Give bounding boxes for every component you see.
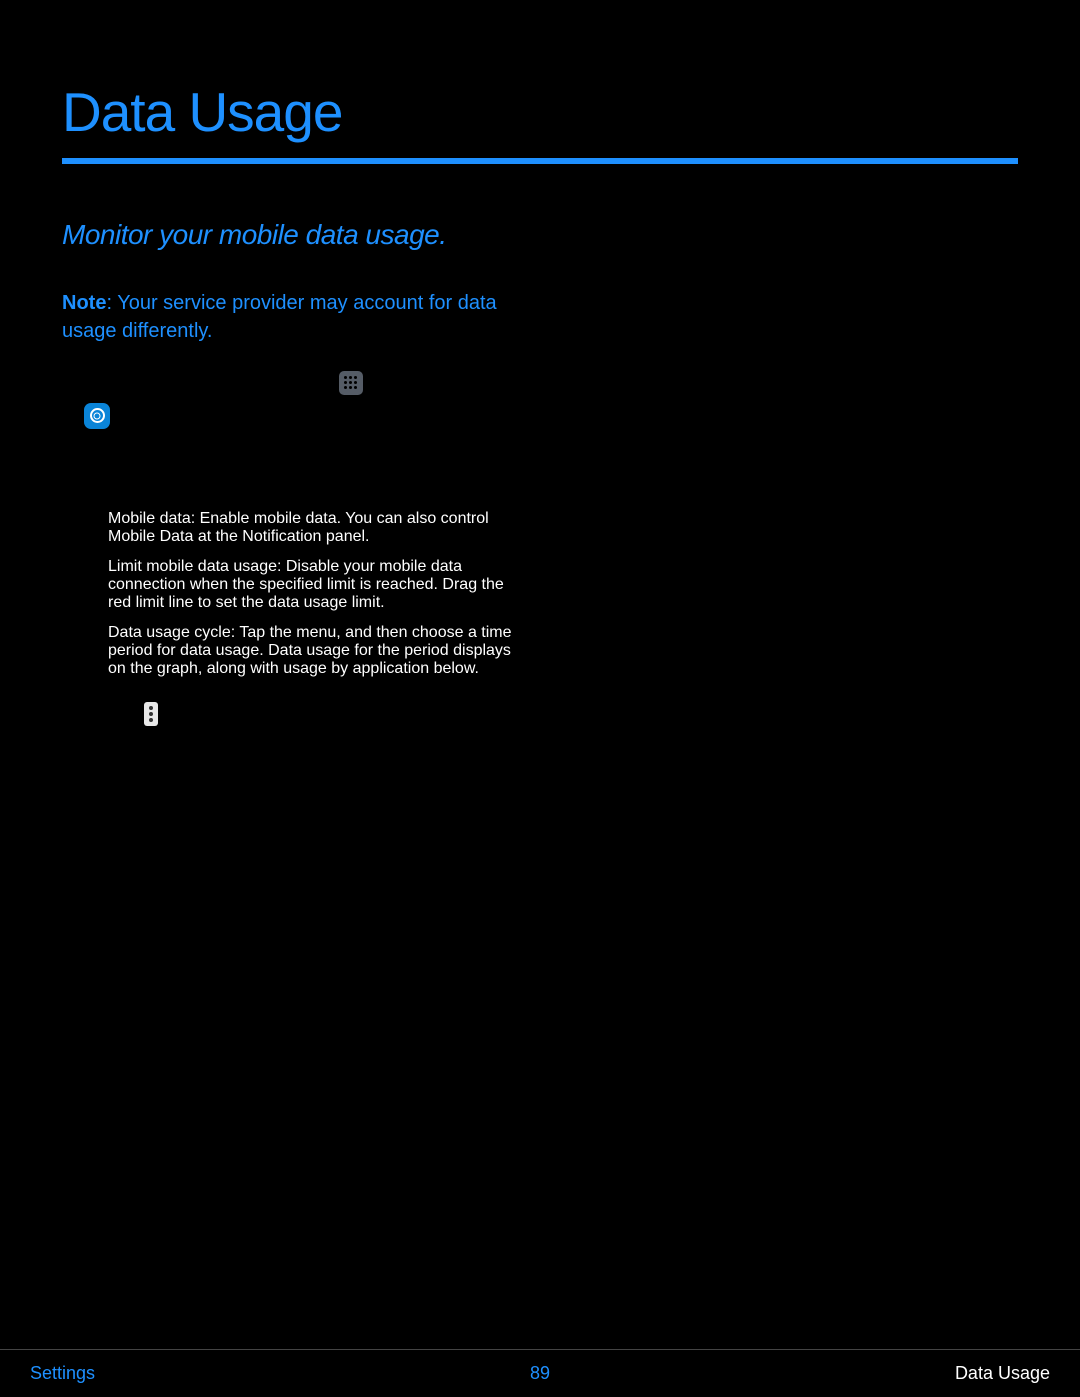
more-options-icon — [144, 702, 158, 726]
step-1-line1: 1. From a Home screen, tap Apps > — [62, 367, 522, 398]
settings-icon — [84, 403, 110, 429]
sub-roaming: Data roaming: Allow data roaming on your… — [62, 739, 522, 801]
footer-left: Settings — [30, 1363, 95, 1384]
step-2: 2. Tap Data usage for options: — [62, 467, 522, 498]
apps-icon — [339, 371, 363, 395]
note-text: Note: Your service provider may account … — [62, 289, 522, 345]
more-options-label: More options for other options: — [164, 698, 435, 729]
apps-label: Apps > — [367, 371, 430, 393]
step-1-line2: Settings. — [62, 400, 522, 431]
step1-prefix: 1. From a Home screen, tap — [84, 371, 339, 393]
step-3-block: 3. Tap More options for other options: D… — [62, 698, 522, 1221]
page-title: Data Usage — [62, 85, 1018, 164]
sub-autosync: Auto sync data: Set your accounts to aut… — [62, 918, 522, 980]
sub-hotspots: Mobile hotspots: Select Wi-Fi networks t… — [62, 1066, 522, 1221]
bullet-mobile-data: Mobile data: Enable mobile data. You can… — [62, 510, 522, 546]
note-body: : Your service provider may account for … — [62, 292, 497, 342]
sub-wifi: Show Wi-Fi usage: Display a Wi-Fi tab th… — [62, 992, 522, 1054]
settings-label: Settings. — [120, 400, 198, 431]
page-subtitle: Monitor your mobile data usage. — [62, 219, 1018, 251]
footer-page-number: 89 — [530, 1363, 550, 1384]
bullet-limit: Limit mobile data usage: Disable your mo… — [62, 558, 522, 612]
note-label: Note — [62, 292, 106, 314]
step3-prefix: 3. Tap — [84, 698, 138, 729]
sub-restrict: Restrict background data: Restrict some … — [62, 813, 522, 906]
footer-right: Data Usage — [955, 1363, 1050, 1384]
page-footer: Settings 89 Data Usage — [0, 1349, 1080, 1397]
bullet-cycle: Data usage cycle: Tap the menu, and then… — [62, 624, 522, 678]
step-3: 3. Tap More options for other options: — [62, 698, 522, 729]
